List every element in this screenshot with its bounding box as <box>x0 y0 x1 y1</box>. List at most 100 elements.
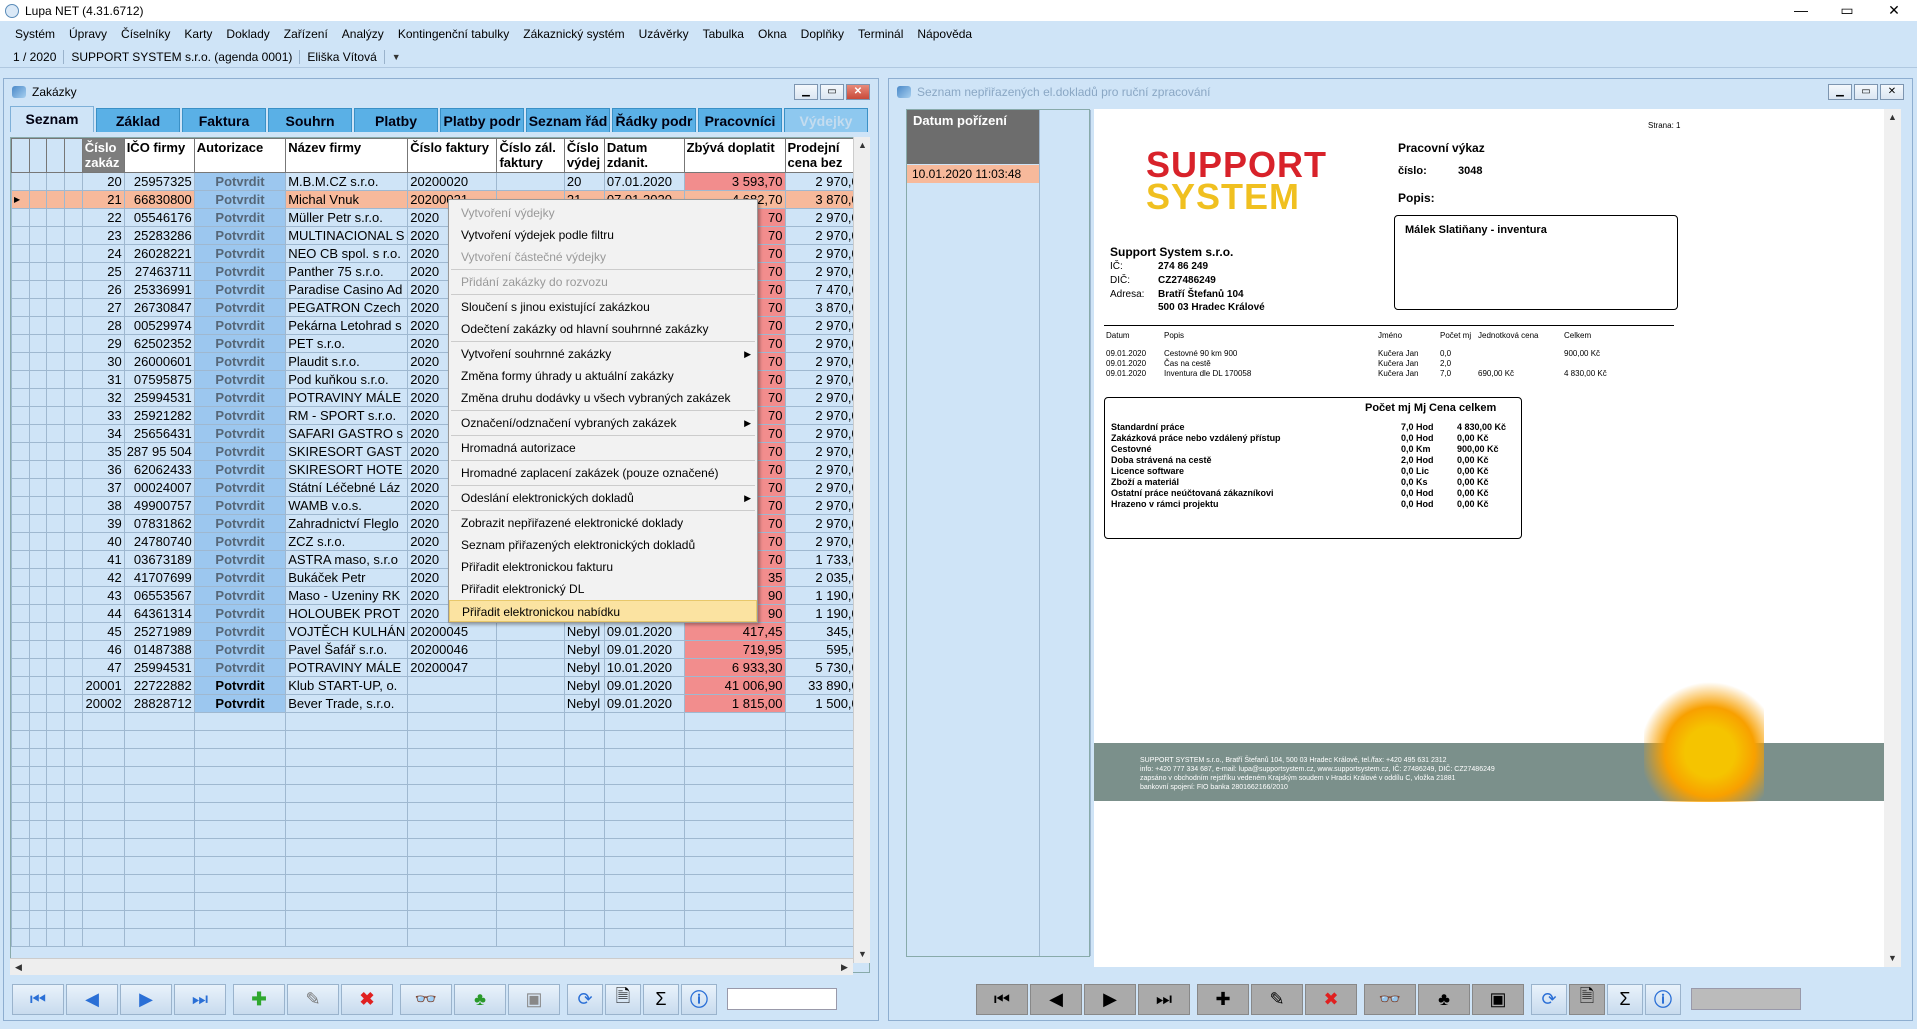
table-cell[interactable]: Potvrdit <box>193 316 287 335</box>
scroll-up-icon[interactable]: ▲ <box>854 137 871 154</box>
row-selector[interactable] <box>64 280 83 299</box>
table-cell[interactable]: Potvrdit <box>193 280 287 299</box>
first-record-button[interactable]: ⏮ <box>976 983 1028 1015</box>
row-selector[interactable] <box>64 262 83 281</box>
row-selector[interactable] <box>11 334 30 353</box>
menu-item[interactable]: Uzávěrky <box>632 27 696 41</box>
delete-button[interactable]: ✖ <box>341 983 393 1015</box>
edit-button[interactable]: ✎ <box>1251 983 1303 1015</box>
table-cell[interactable]: Potvrdit <box>193 568 287 587</box>
row-selector[interactable] <box>64 352 83 371</box>
context-menu-item[interactable]: Označení/odznačení vybraných zakázek ▶ <box>449 412 757 434</box>
column-header[interactable]: Zbývá doplatit <box>683 138 786 173</box>
row-selector[interactable] <box>28 334 48 353</box>
scroll-up-icon[interactable]: ▲ <box>1884 109 1901 126</box>
row-selector[interactable] <box>64 658 83 677</box>
row-selector[interactable] <box>64 622 83 641</box>
row-selector[interactable] <box>28 280 48 299</box>
row-selector[interactable] <box>28 478 48 497</box>
context-menu-item[interactable]: Odeslání elektronických dokladů ▶ <box>449 487 757 509</box>
row-selector[interactable] <box>11 676 30 695</box>
row-selector[interactable] <box>46 262 66 281</box>
tab[interactable]: Pracovníci <box>698 108 782 132</box>
orders-horizontal-scrollbar[interactable]: ◀ ▶ <box>10 958 853 975</box>
last-record-button[interactable]: ⏭ <box>174 983 226 1015</box>
tab[interactable]: Seznam řád <box>526 108 610 132</box>
table-cell[interactable]: Potvrdit <box>193 514 287 533</box>
row-selector[interactable] <box>46 514 66 533</box>
context-menu-item[interactable]: Sloučení s jinou existující zakázkou <box>449 296 757 318</box>
row-selector[interactable] <box>64 478 83 497</box>
menu-item[interactable]: Doplňky <box>794 27 851 41</box>
row-selector[interactable] <box>28 172 48 191</box>
row-selector[interactable] <box>11 442 30 461</box>
row-selector[interactable] <box>46 172 66 191</box>
context-menu-item[interactable]: Vytvoření souhrnné zakázky ▶ <box>449 343 757 365</box>
table-cell[interactable]: Potvrdit <box>193 298 287 317</box>
row-selector[interactable]: ▶ <box>11 190 30 209</box>
tab[interactable]: Platby podr <box>440 108 524 132</box>
row-selector[interactable] <box>11 406 30 425</box>
delete-button[interactable]: ✖ <box>1305 983 1357 1015</box>
row-selector[interactable] <box>28 226 48 245</box>
window-maximize-button[interactable]: ▭ <box>1854 84 1878 100</box>
column-header[interactable]: Datum zdanit. <box>603 138 685 173</box>
row-selector[interactable] <box>64 550 83 569</box>
tree-button[interactable]: ♣ <box>454 983 506 1015</box>
row-selector[interactable] <box>46 550 66 569</box>
info-button[interactable]: ⓘ <box>1645 983 1681 1015</box>
row-selector[interactable] <box>64 244 83 263</box>
menu-item[interactable]: Zařízení <box>277 27 335 41</box>
row-selector[interactable] <box>46 460 66 479</box>
context-menu-item[interactable]: Hromadná autorizace <box>449 437 757 459</box>
row-selector[interactable] <box>28 370 48 389</box>
row-selector[interactable] <box>11 172 30 191</box>
context-menu-item[interactable]: Změna druhu dodávky u všech vybraných za… <box>449 387 757 409</box>
table-row[interactable]: 20001 22722882 Potvrdit Klub START-UP, o. Ne… <box>11 676 869 695</box>
row-selector[interactable] <box>46 352 66 371</box>
info-button[interactable]: ⓘ <box>681 983 717 1015</box>
next-record-button[interactable]: ▶ <box>1084 983 1136 1015</box>
row-selector[interactable] <box>11 478 30 497</box>
menu-item[interactable]: Doklady <box>219 27 276 41</box>
row-selector[interactable] <box>28 694 48 713</box>
table-row[interactable]: 20002 28828712 Potvrdit Bever Trade, s.r.o.… <box>11 694 869 713</box>
table-cell[interactable]: Potvrdit <box>193 550 287 569</box>
row-selector[interactable] <box>11 262 30 281</box>
row-selector[interactable] <box>11 532 30 551</box>
row-selector[interactable] <box>11 586 30 605</box>
table-row[interactable]: 45 25271989 Potvrdit VOJTĚCH KULHÁN 20200045… <box>11 622 869 641</box>
row-selector[interactable] <box>46 532 66 551</box>
context-menu-item[interactable]: Zobrazit nepřiřazené elektronické doklad… <box>449 512 757 534</box>
row-selector[interactable] <box>46 622 66 641</box>
prev-record-button[interactable]: ◀ <box>66 983 118 1015</box>
row-selector[interactable] <box>64 172 83 191</box>
row-selector[interactable] <box>28 586 48 605</box>
maximize-button[interactable]: ▭ <box>1824 0 1870 21</box>
row-selector[interactable] <box>28 406 48 425</box>
row-selector[interactable] <box>46 676 66 695</box>
menu-item[interactable]: Nápověda <box>910 27 979 41</box>
row-selector[interactable] <box>11 514 30 533</box>
row-selector[interactable] <box>11 658 30 677</box>
row-selector[interactable] <box>28 190 48 209</box>
row-selector[interactable] <box>64 460 83 479</box>
row-selector[interactable] <box>46 478 66 497</box>
orders-vertical-scrollbar[interactable]: ▲ ▼ <box>853 137 870 963</box>
column-header[interactable]: Číslo zakáz <box>81 138 125 173</box>
row-selector[interactable] <box>46 334 66 353</box>
table-cell[interactable]: Potvrdit <box>193 496 287 515</box>
chevron-down-icon[interactable]: ▼ <box>385 52 408 62</box>
refresh-button[interactable]: ⟳ <box>1531 983 1567 1015</box>
edit-button[interactable]: ✎ <box>287 983 339 1015</box>
column-header[interactable]: Číslo faktury <box>407 138 498 173</box>
row-selector[interactable] <box>28 496 48 515</box>
row-selector[interactable] <box>46 586 66 605</box>
row-selector[interactable] <box>28 262 48 281</box>
menu-item[interactable]: Okna <box>751 27 794 41</box>
table-cell[interactable]: Potvrdit <box>193 262 287 281</box>
row-selector[interactable] <box>11 280 30 299</box>
table-cell[interactable]: Potvrdit <box>193 208 287 227</box>
row-selector[interactable] <box>11 496 30 515</box>
row-selector[interactable] <box>28 424 48 443</box>
